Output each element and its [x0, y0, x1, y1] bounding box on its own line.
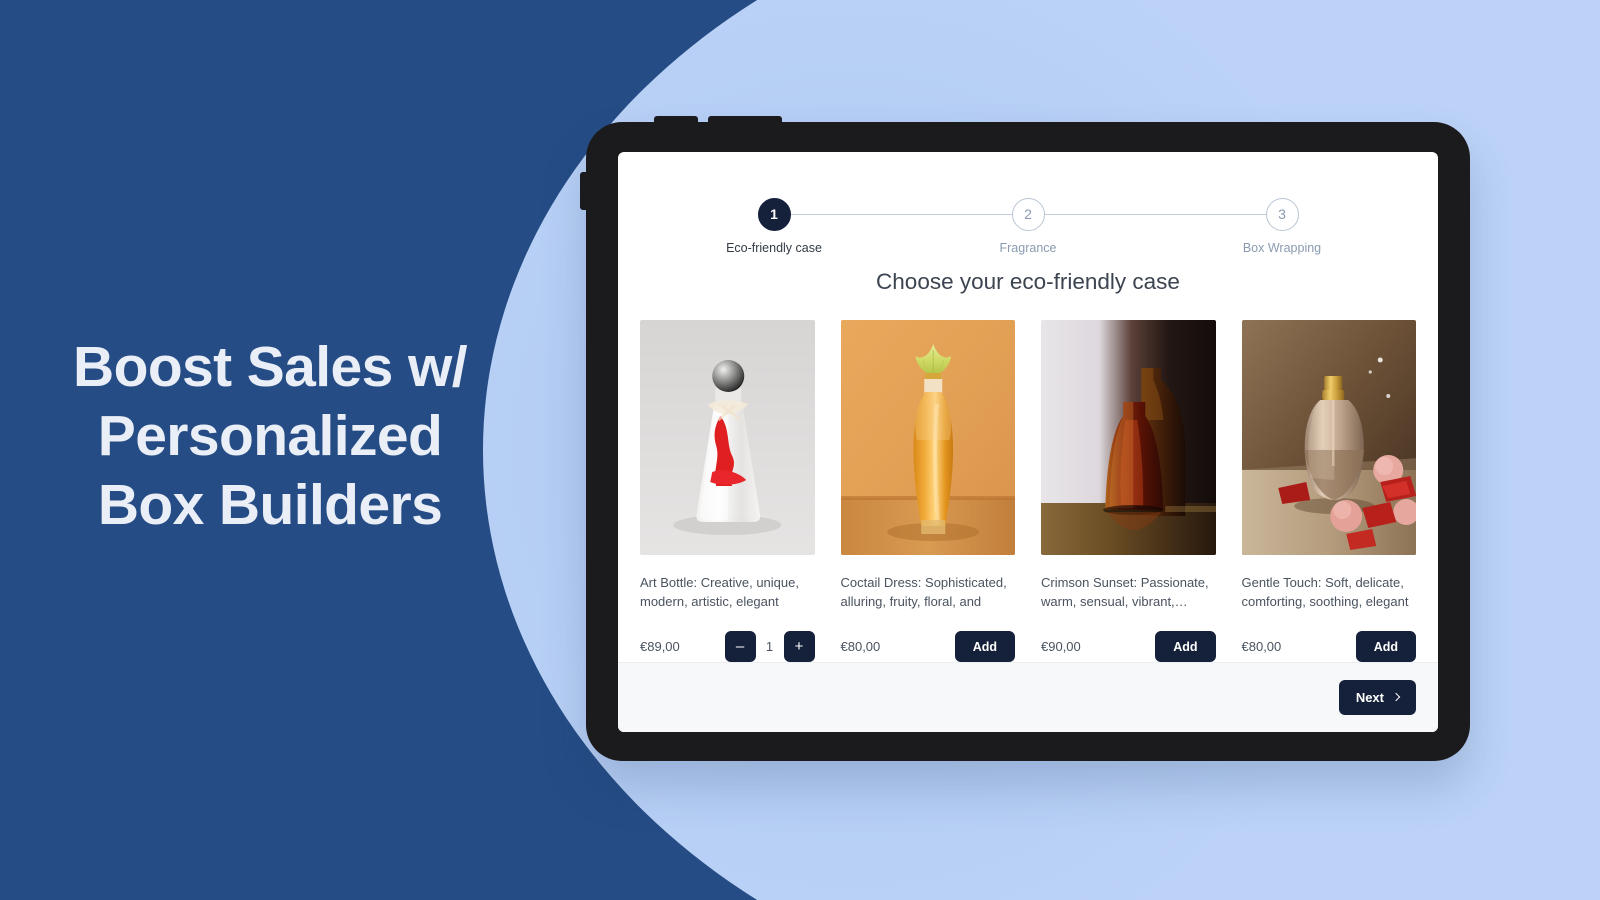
product-card[interactable]: Art Bottle: Creative, unique, modern, ar…	[640, 320, 815, 663]
stepper-step-1-number: 1	[757, 198, 791, 231]
product-price: €90,00	[1041, 639, 1081, 655]
stepper-step-2-number: 2	[1011, 198, 1045, 231]
product-card[interactable]: Crimson Sunset: Passionate, warm, sensua…	[1041, 320, 1216, 663]
device-button-top-left	[654, 116, 698, 124]
product-actions: €89,00 – 1 +	[640, 631, 815, 663]
product-grid: Art Bottle: Creative, unique, modern, ar…	[618, 295, 1438, 663]
tablet-screen: 1 Eco-friendly case 2 Fragrance 3 Box Wr…	[618, 152, 1438, 732]
product-price: €80,00	[840, 639, 881, 655]
stepper-step-2-label: Fragrance	[999, 241, 1057, 255]
stepper-step-3-label: Box Wrapping	[1242, 241, 1322, 255]
quantity-increment-button[interactable]: +	[783, 631, 815, 663]
crimson-sunset-photo	[1041, 320, 1216, 556]
quantity-stepper: – 1 +	[724, 631, 815, 663]
stepper-step-3-number: 3	[1265, 198, 1299, 231]
add-to-box-button[interactable]: Add	[1155, 631, 1216, 663]
stepper-step-1-label: Eco-friendly case	[726, 241, 822, 255]
headline-line-2: Personalized	[97, 404, 443, 468]
headline-line-3: Box Builders	[97, 473, 443, 537]
add-to-box-button[interactable]: Add	[954, 631, 1015, 663]
page-title: Choose your eco-friendly case	[876, 269, 1180, 295]
quantity-decrement-button[interactable]: –	[724, 631, 756, 663]
next-button[interactable]: Next	[1338, 680, 1416, 716]
wizard-footer: Next	[618, 662, 1438, 732]
product-actions: €80,00 Add	[840, 631, 1015, 663]
product-price: €80,00	[1241, 639, 1282, 655]
product-price: €89,00	[640, 639, 680, 655]
product-description: Art Bottle: Creative, unique, modern, ar…	[640, 575, 799, 610]
product-actions: €90,00 Add	[1041, 631, 1216, 663]
stepper-step-2[interactable]: 2 Fragrance	[948, 198, 1108, 255]
headline-line-1: Boost Sales w/	[73, 335, 467, 399]
promo-banner: Boost Sales w/ Personalized Box Builders…	[0, 0, 1600, 900]
stepper-step-3[interactable]: 3 Box Wrapping	[1202, 198, 1362, 255]
product-card[interactable]: Coctail Dress: Sophisticated, alluring, …	[840, 320, 1015, 663]
chevron-right-icon	[1391, 692, 1401, 702]
gentle-touch-photo	[1241, 320, 1416, 556]
product-description: Crimson Sunset: Passionate, warm, sensua…	[1041, 575, 1209, 610]
quantity-value: 1	[765, 639, 774, 655]
device-button-side	[580, 172, 588, 210]
tablet-device-mockup: 1 Eco-friendly case 2 Fragrance 3 Box Wr…	[580, 116, 1470, 761]
progress-stepper: 1 Eco-friendly case 2 Fragrance 3 Box Wr…	[694, 198, 1362, 255]
product-description: Coctail Dress: Sophisticated, alluring, …	[840, 575, 1007, 610]
product-description: Gentle Touch: Soft, delicate, comforting…	[1241, 575, 1409, 610]
product-card[interactable]: Gentle Touch: Soft, delicate, comforting…	[1241, 320, 1416, 663]
art-bottle-photo	[640, 320, 815, 556]
product-actions: €80,00 Add	[1241, 631, 1416, 663]
coctail-dress-photo	[840, 320, 1015, 556]
next-button-label: Next	[1355, 690, 1384, 706]
add-to-box-button[interactable]: Add	[1355, 631, 1416, 663]
headline: Boost Sales w/ Personalized Box Builders	[60, 333, 480, 540]
stepper-step-1[interactable]: 1 Eco-friendly case	[694, 198, 854, 255]
device-button-top-right	[708, 116, 782, 124]
